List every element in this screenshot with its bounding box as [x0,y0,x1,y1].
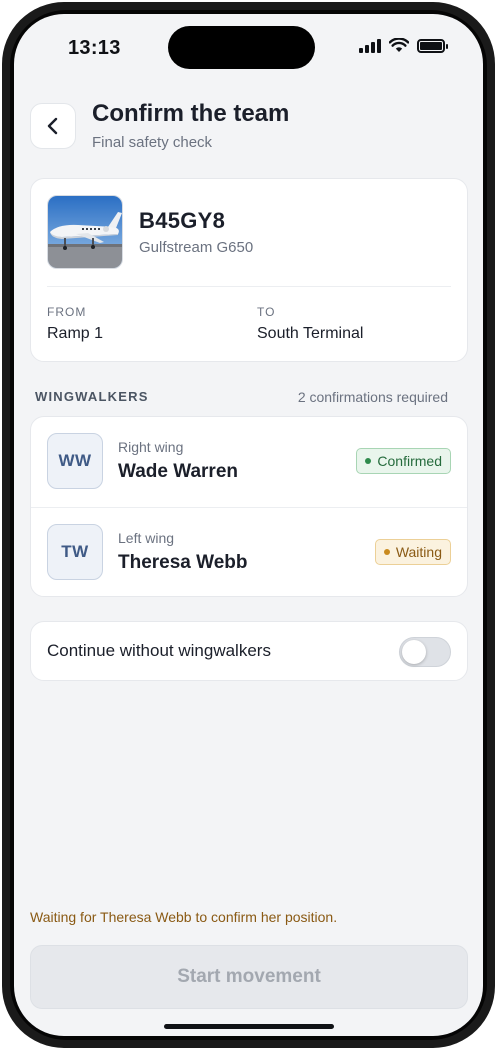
page-title: Confirm the team [92,100,290,127]
battery-icon [417,38,448,53]
aircraft-photo [47,195,123,269]
status-badge-label: Confirmed [377,453,442,469]
confirmations-required: 2 confirmations required [297,389,448,405]
status-badge-confirmed: Confirmed [356,448,451,474]
app-screen: 13:13 Confirm the team Final safety chec… [14,14,483,1036]
back-button[interactable] [30,103,76,149]
dynamic-island [168,26,315,69]
status-icons [359,38,448,53]
start-movement-button[interactable]: Start movement [30,945,468,1009]
to-value: South Terminal [257,325,364,342]
bypass-toggle[interactable] [399,637,451,667]
divider [47,286,451,287]
wingwalker-list: WW Right wing Wade Warren Confirmed TW L… [30,416,468,597]
cellular-signal-icon [359,38,381,53]
from-value: Ramp 1 [47,325,104,342]
wingwalker-role: Right wing [118,439,184,455]
home-indicator[interactable] [164,1024,334,1029]
wifi-icon [389,38,409,52]
from-label: FROM [47,305,87,319]
bypass-toggle-label: Continue without wingwalkers [47,641,271,660]
status-dot-icon [383,549,390,555]
avatar: WW [47,433,103,489]
to-label: TO [257,305,276,319]
wingwalkers-section-title: WINGWALKERS [35,389,149,404]
status-badge-label: Waiting [395,544,442,560]
status-badge-waiting: Waiting [374,539,451,565]
status-time: 13:13 [68,37,121,59]
aircraft-card: B45GY8 Gulfstream G650 FROM Ramp 1 TO So… [30,178,468,362]
page-subtitle: Final safety check [92,134,213,151]
aircraft-model: Gulfstream G650 [139,239,254,256]
toggle-knob [402,640,426,664]
wingwalker-name: Theresa Webb [118,552,248,573]
bypass-wingwalkers-row: Continue without wingwalkers [30,621,468,681]
status-dot-icon [365,458,372,464]
wingwalker-row-left-wing[interactable]: TW Left wing Theresa Webb Waiting [31,507,467,597]
wingwalker-row-right-wing[interactable]: WW Right wing Wade Warren Confirmed [31,417,467,507]
wingwalker-role: Left wing [118,530,175,546]
chevron-left-icon [47,117,58,135]
wingwalker-name: Wade Warren [118,461,239,482]
avatar: TW [47,524,103,580]
waiting-note: Waiting for Theresa Webb to confirm her … [30,909,338,925]
battery-level [420,41,442,50]
aircraft-registration: B45GY8 [139,208,226,233]
